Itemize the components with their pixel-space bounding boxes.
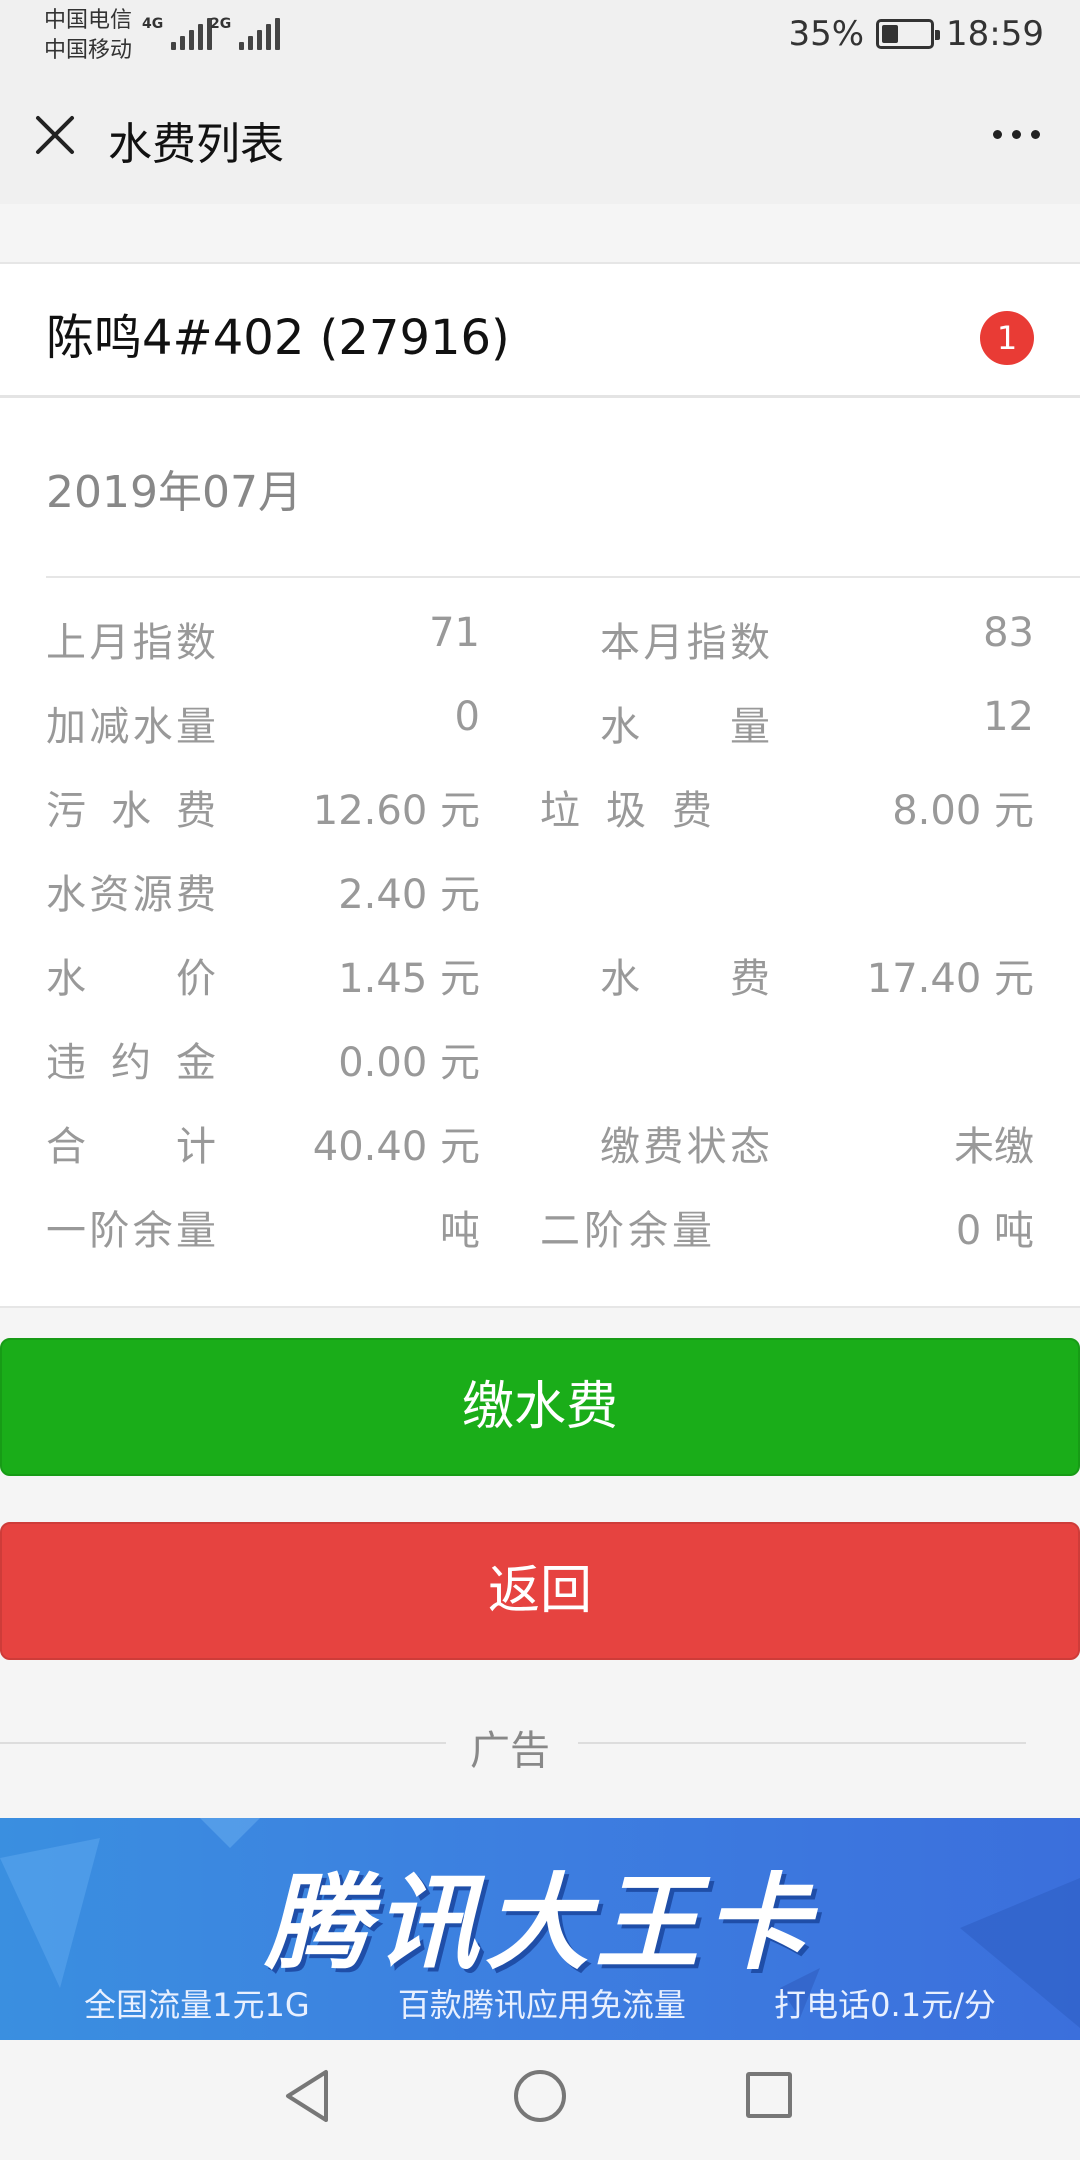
value-payment-status: 未缴 <box>954 1124 1034 1170</box>
ad-tagline: 全国流量1元1G <box>84 1986 310 2024</box>
nav-back-icon[interactable] <box>282 2068 332 2124</box>
nav-recent-apps-icon[interactable] <box>746 2072 792 2118</box>
label-water-fee: 水费 <box>600 956 770 1002</box>
title-bar: 水费列表 <box>0 72 1080 204</box>
value-water-fee: 17.40 元 <box>866 956 1034 1002</box>
network-type-1: 4G <box>142 16 164 32</box>
row-penalty: 违约金 0.00 元 <box>0 1018 1080 1102</box>
value-tier1-remaining: 吨 <box>440 1208 480 1254</box>
ad-tagline: 打电话0.1元/分 <box>774 1986 996 2024</box>
carrier-1: 中国电信 <box>44 8 133 33</box>
close-icon[interactable] <box>34 114 76 156</box>
row-tier-remaining: 一阶余量 吨 二阶余量 0 吨 <box>0 1186 1080 1270</box>
row-volume: 加减水量 0 水量 12 <box>0 682 1080 766</box>
battery-percent: 35% <box>788 14 865 54</box>
label-adjust-volume: 加减水量 <box>46 704 216 750</box>
divider <box>0 1742 446 1744</box>
value-tier2-remaining: 0 吨 <box>955 1208 1034 1254</box>
value-current-index: 83 <box>983 610 1034 656</box>
label-last-index: 上月指数 <box>46 620 216 666</box>
row-sewage-garbage: 污水费 12.60 元 垃圾费 8.00 元 <box>0 766 1080 850</box>
label-garbage-fee: 垃圾费 <box>540 788 712 834</box>
label-sewage-fee: 污水费 <box>46 788 216 834</box>
value-sewage-fee: 12.60 元 <box>312 788 480 834</box>
label-current-index: 本月指数 <box>600 620 770 666</box>
ad-banner[interactable]: 腾讯大王卡 全国流量1元1G 百款腾讯应用免流量 打电话0.1元/分 <box>0 1818 1080 2040</box>
value-adjust-volume: 0 <box>454 694 480 740</box>
value-last-index: 71 <box>429 610 480 656</box>
carrier-2: 中国移动 <box>44 38 133 63</box>
ad-label: 广告 <box>470 1728 550 1774</box>
label-total: 合计 <box>46 1124 216 1170</box>
account-row[interactable]: 陈鸣4#402 (27916) 1 <box>0 264 1080 398</box>
label-water-price: 水价 <box>46 956 216 1002</box>
status-right: 35% 18:59 <box>788 14 1044 54</box>
value-water-resource-fee: 2.40 元 <box>338 872 480 918</box>
clock: 18:59 <box>946 14 1044 54</box>
value-water-volume: 12 <box>983 694 1034 740</box>
row-total-status: 合计 40.40 元 缴费状态 未缴 <box>0 1102 1080 1186</box>
bill-details: 上月指数 71 本月指数 83 加减水量 0 水量 12 污水费 12.60 元… <box>0 598 1080 1270</box>
more-options-icon[interactable] <box>993 130 1040 139</box>
label-tier1-remaining: 一阶余量 <box>46 1208 216 1254</box>
status-bar: 中国电信 中国移动 4G 2G 35% 18:59 <box>0 0 1080 72</box>
label-water-volume: 水量 <box>600 704 770 750</box>
carrier-labels: 中国电信 中国移动 <box>44 6 132 66</box>
row-meter-index: 上月指数 71 本月指数 83 <box>0 598 1080 682</box>
account-name: 陈鸣4#402 (27916) <box>46 310 510 366</box>
label-penalty: 违约金 <box>46 1040 216 1086</box>
page-title: 水费列表 <box>108 119 284 170</box>
nav-home-icon[interactable] <box>514 2070 566 2122</box>
signal-4g-icon: 4G <box>142 16 213 50</box>
value-total: 40.40 元 <box>312 1124 480 1170</box>
ad-tagline: 百款腾讯应用免流量 <box>397 1986 686 2024</box>
divider <box>46 576 1080 578</box>
value-penalty: 0.00 元 <box>338 1040 480 1086</box>
label-tier2-remaining: 二阶余量 <box>540 1208 712 1254</box>
bill-month: 2019年07月 <box>46 467 302 518</box>
network-type-2: 2G <box>210 16 232 32</box>
label-water-resource-fee: 水资源费 <box>46 872 216 918</box>
value-garbage-fee: 8.00 元 <box>892 788 1034 834</box>
divider <box>578 1742 1026 1744</box>
row-water-resource: 水资源费 2.40 元 <box>0 850 1080 934</box>
back-button[interactable]: 返回 <box>0 1522 1080 1660</box>
notification-badge: 1 <box>980 311 1034 365</box>
label-payment-status: 缴费状态 <box>600 1124 770 1170</box>
system-nav-bar <box>0 2040 1080 2160</box>
pay-water-fee-button[interactable]: 缴水费 <box>0 1338 1080 1476</box>
ad-taglines: 全国流量1元1G 百款腾讯应用免流量 打电话0.1元/分 <box>0 1980 1080 2026</box>
row-price-fee: 水价 1.45 元 水费 17.40 元 <box>0 934 1080 1018</box>
battery-icon <box>876 19 941 49</box>
ad-title: 腾讯大王卡 <box>264 1862 815 1984</box>
bill-card: 陈鸣4#402 (27916) 1 2019年07月 上月指数 71 本月指数 … <box>0 262 1080 1308</box>
signal-2g-icon: 2G <box>210 16 281 50</box>
value-water-price: 1.45 元 <box>338 956 480 1002</box>
ad-label-row: 广告 <box>0 1712 1080 1774</box>
